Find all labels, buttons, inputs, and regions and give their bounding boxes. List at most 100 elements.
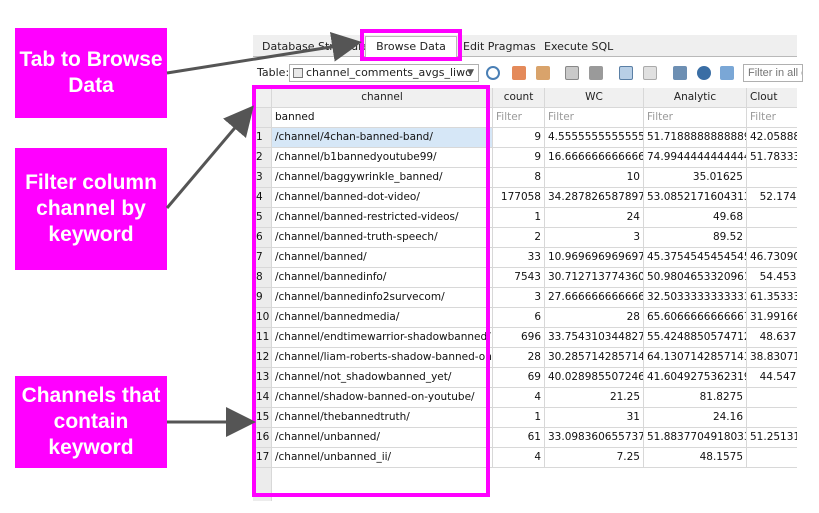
cell-count[interactable]: 7543 bbox=[493, 268, 545, 288]
table-select[interactable]: channel_comments_avgs_liwc ▼ bbox=[289, 64, 479, 82]
cell-channel[interactable]: /channel/baggywrinkle_banned/ bbox=[272, 168, 493, 188]
cell-wc[interactable]: 3 bbox=[545, 228, 644, 248]
table-row[interactable]: 9/channel/bannedinfo2survecom/3 27.666666… bbox=[253, 288, 797, 308]
cell-wc[interactable]: 40.0289855072464 bbox=[545, 368, 644, 388]
cell-count[interactable]: 69 bbox=[493, 368, 545, 388]
table-row[interactable]: 2/channel/b1bannedyoutube99/9 16.66666666… bbox=[253, 148, 797, 168]
cell-clout[interactable]: 52.1749 bbox=[747, 188, 797, 208]
cell-analytic[interactable]: 49.68 bbox=[644, 208, 747, 228]
cell-analytic[interactable]: 35.01625 bbox=[644, 168, 747, 188]
cell-channel[interactable]: /channel/endtimewarrior-shadowbanned/ bbox=[272, 328, 493, 348]
row-number[interactable]: 1 bbox=[253, 128, 272, 148]
table-row[interactable]: 15/channel/thebannedtruth/1 31 24.16 bbox=[253, 408, 797, 428]
row-number[interactable]: 14 bbox=[253, 388, 272, 408]
column-header-channel[interactable]: channel bbox=[272, 88, 493, 108]
tab-edit-pragmas[interactable]: Edit Pragmas bbox=[457, 38, 543, 57]
cell-analytic[interactable]: 53.0852171604313 bbox=[644, 188, 747, 208]
cell-wc[interactable]: 10 bbox=[545, 168, 644, 188]
cell-count[interactable]: 9 bbox=[493, 128, 545, 148]
column-header-count[interactable]: count bbox=[493, 88, 545, 108]
cell-analytic[interactable]: 74.9944444444444 bbox=[644, 148, 747, 168]
cell-analytic[interactable]: 32.5033333333333 bbox=[644, 288, 747, 308]
cell-channel[interactable]: /channel/unbanned_ii/ bbox=[272, 448, 493, 468]
cell-analytic[interactable]: 48.1575 bbox=[644, 448, 747, 468]
cell-wc[interactable]: 10.969696969697 bbox=[545, 248, 644, 268]
cell-clout[interactable] bbox=[747, 208, 797, 228]
cell-analytic[interactable]: 55.4248850574712 bbox=[644, 328, 747, 348]
cell-channel[interactable]: /channel/banned-restricted-videos/ bbox=[272, 208, 493, 228]
row-number[interactable]: 17 bbox=[253, 448, 272, 468]
cell-clout[interactable]: 61.3533333333333 bbox=[747, 288, 797, 308]
cell-clout[interactable]: 46.7309090909091 bbox=[747, 248, 797, 268]
print-icon[interactable] bbox=[589, 66, 603, 80]
cell-channel[interactable]: /channel/bannedinfo2survecom/ bbox=[272, 288, 493, 308]
cell-count[interactable]: 2 bbox=[493, 228, 545, 248]
row-number[interactable]: 6 bbox=[253, 228, 272, 248]
table-row[interactable]: 16/channel/unbanned/61 33.0983606557377 51… bbox=[253, 428, 797, 448]
filter-channel-input[interactable]: banned × bbox=[272, 108, 493, 128]
cell-analytic[interactable]: 65.6066666666667 bbox=[644, 308, 747, 328]
cell-count[interactable]: 4 bbox=[493, 388, 545, 408]
cell-channel[interactable]: /channel/banned-truth-speech/ bbox=[272, 228, 493, 248]
cell-clout[interactable]: 51.2513114754098 bbox=[747, 428, 797, 448]
cell-wc[interactable]: 21.25 bbox=[545, 388, 644, 408]
cell-clout[interactable]: 51.7833333333333 bbox=[747, 148, 797, 168]
filter-clout-input[interactable]: Filter bbox=[747, 108, 797, 128]
table-row[interactable]: 8/channel/bannedinfo/7543 30.712713774360… bbox=[253, 268, 797, 288]
cell-channel[interactable]: /channel/liam-roberts-shadow-banned-on-.… bbox=[272, 348, 493, 368]
row-number[interactable]: 2 bbox=[253, 148, 272, 168]
tab-browse-data[interactable]: Browse Data bbox=[365, 36, 457, 58]
cell-count[interactable]: 9 bbox=[493, 148, 545, 168]
filter-count-input[interactable]: Filter bbox=[493, 108, 545, 128]
insert-record-icon[interactable] bbox=[619, 66, 633, 80]
cell-analytic[interactable]: 51.7188888888889 bbox=[644, 128, 747, 148]
table-row[interactable]: 13/channel/not_shadowbanned_yet/69 40.028… bbox=[253, 368, 797, 388]
cell-count[interactable]: 8 bbox=[493, 168, 545, 188]
cell-count[interactable]: 3 bbox=[493, 288, 545, 308]
cell-channel[interactable]: /channel/thebannedtruth/ bbox=[272, 408, 493, 428]
cell-wc[interactable]: 31 bbox=[545, 408, 644, 428]
row-number[interactable]: 4 bbox=[253, 188, 272, 208]
row-number[interactable]: 13 bbox=[253, 368, 272, 388]
cell-count[interactable]: 1 bbox=[493, 208, 545, 228]
filter-all-input[interactable] bbox=[743, 64, 803, 82]
cell-clout[interactable]: 38.8307142857143 bbox=[747, 348, 797, 368]
cell-channel[interactable]: /channel/b1bannedyoutube99/ bbox=[272, 148, 493, 168]
cell-count[interactable]: 28 bbox=[493, 348, 545, 368]
cell-clout[interactable] bbox=[747, 448, 797, 468]
row-number[interactable]: 15 bbox=[253, 408, 272, 428]
cell-wc[interactable]: 30.7127137743603 bbox=[545, 268, 644, 288]
cell-wc[interactable]: 33.7543103448276 bbox=[545, 328, 644, 348]
cell-analytic[interactable]: 24.16 bbox=[644, 408, 747, 428]
cell-clout[interactable] bbox=[747, 228, 797, 248]
table-row[interactable]: 11/channel/endtimewarrior-shadowbanned/6… bbox=[253, 328, 797, 348]
cell-wc[interactable]: 27.6666666666667 bbox=[545, 288, 644, 308]
row-number[interactable]: 8 bbox=[253, 268, 272, 288]
cell-analytic[interactable]: 81.8275 bbox=[644, 388, 747, 408]
table-row[interactable]: 12/channel/liam-roberts-shadow-banned-on… bbox=[253, 348, 797, 368]
cell-clout[interactable]: 31.9916666666667 bbox=[747, 308, 797, 328]
cell-clout[interactable]: 42.0588888888889 bbox=[747, 128, 797, 148]
table-row[interactable]: 14/channel/shadow-banned-on-youtube/4 21.… bbox=[253, 388, 797, 408]
clear-filters-icon[interactable] bbox=[536, 66, 550, 80]
cell-clout[interactable] bbox=[747, 408, 797, 428]
filter-icon[interactable] bbox=[720, 66, 734, 80]
cell-analytic[interactable]: 41.6049275362319 bbox=[644, 368, 747, 388]
row-number[interactable]: 16 bbox=[253, 428, 272, 448]
refresh-icon[interactable] bbox=[486, 66, 500, 80]
cell-clout[interactable]: 48.6375 bbox=[747, 328, 797, 348]
cell-analytic[interactable]: 51.8837704918033 bbox=[644, 428, 747, 448]
column-header-wc[interactable]: WC bbox=[545, 88, 644, 108]
cell-channel[interactable]: /channel/unbanned/ bbox=[272, 428, 493, 448]
table-row[interactable]: 6/channel/banned-truth-speech/2 3 89.52 bbox=[253, 228, 797, 248]
column-header-clout[interactable]: Clout bbox=[747, 88, 797, 108]
cell-analytic[interactable]: 89.52 bbox=[644, 228, 747, 248]
cell-channel[interactable]: /channel/not_shadowbanned_yet/ bbox=[272, 368, 493, 388]
cell-wc[interactable]: 4.55555555555556 bbox=[545, 128, 644, 148]
cell-wc[interactable]: 24 bbox=[545, 208, 644, 228]
cell-clout[interactable]: 54.4538 bbox=[747, 268, 797, 288]
cell-analytic[interactable]: 50.9804653320961 bbox=[644, 268, 747, 288]
filter-analytic-input[interactable]: Filter bbox=[644, 108, 747, 128]
cell-channel[interactable]: /channel/bannedmedia/ bbox=[272, 308, 493, 328]
row-number[interactable]: 7 bbox=[253, 248, 272, 268]
